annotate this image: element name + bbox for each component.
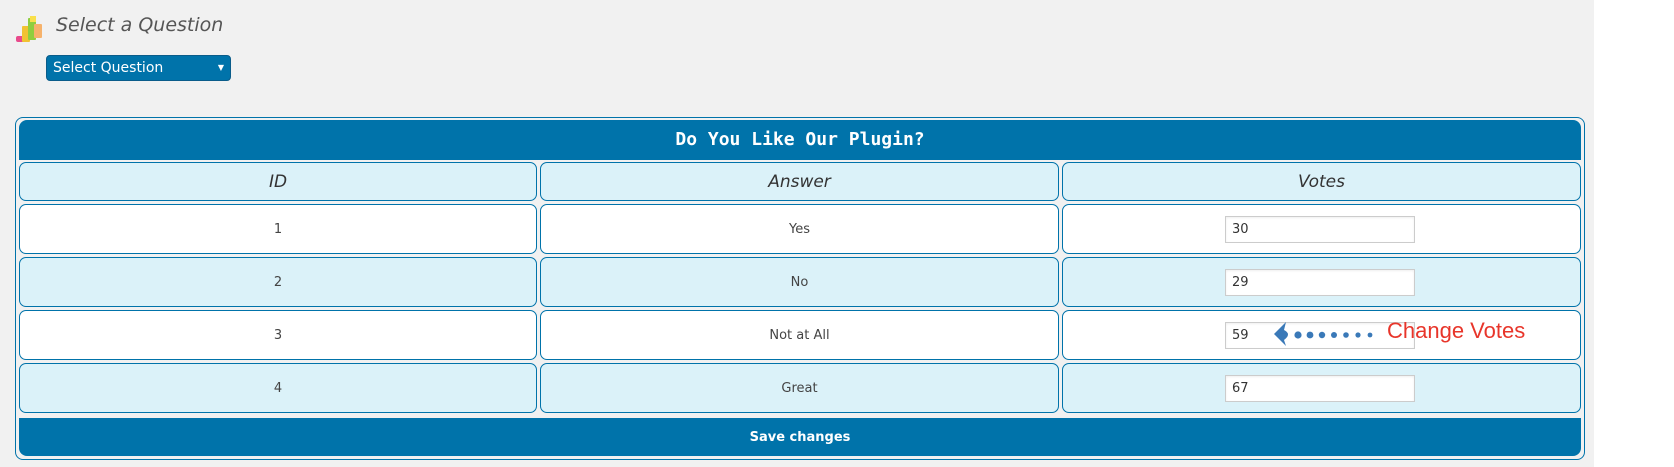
row-answer-cell: No [540, 257, 1059, 307]
row-id-cell: 3 [19, 310, 537, 360]
main-panel: Select a Question Select Question ▼ Do Y… [0, 0, 1594, 467]
triangle-down-icon: ▼ [217, 63, 224, 72]
column-header-id: ID [19, 162, 537, 201]
votes-input[interactable] [1225, 269, 1415, 296]
row-answer-cell: Yes [540, 204, 1059, 254]
votes-input[interactable] [1225, 216, 1415, 243]
annotation-label: Change Votes [1387, 318, 1526, 343]
page-title: Select a Question [56, 14, 224, 36]
votes-input[interactable] [1225, 375, 1415, 402]
row-id-cell: 1 [19, 204, 537, 254]
question-select-value: Select Question [53, 60, 164, 76]
dotted-arrow-left-icon [1274, 322, 1373, 346]
poll-title: Do You Like Our Plugin? [19, 120, 1581, 160]
column-header-answer: Answer [540, 162, 1059, 201]
row-answer-cell: Great [540, 363, 1059, 413]
save-changes-button[interactable]: Save changes [19, 418, 1581, 456]
row-id-cell: 4 [19, 363, 537, 413]
row-id-cell: 2 [19, 257, 537, 307]
row-answer-cell: Not at All [540, 310, 1059, 360]
question-select[interactable]: Select Question ▼ [46, 55, 231, 81]
bar-chart-icon [16, 16, 42, 42]
column-header-votes: Votes [1062, 162, 1581, 201]
